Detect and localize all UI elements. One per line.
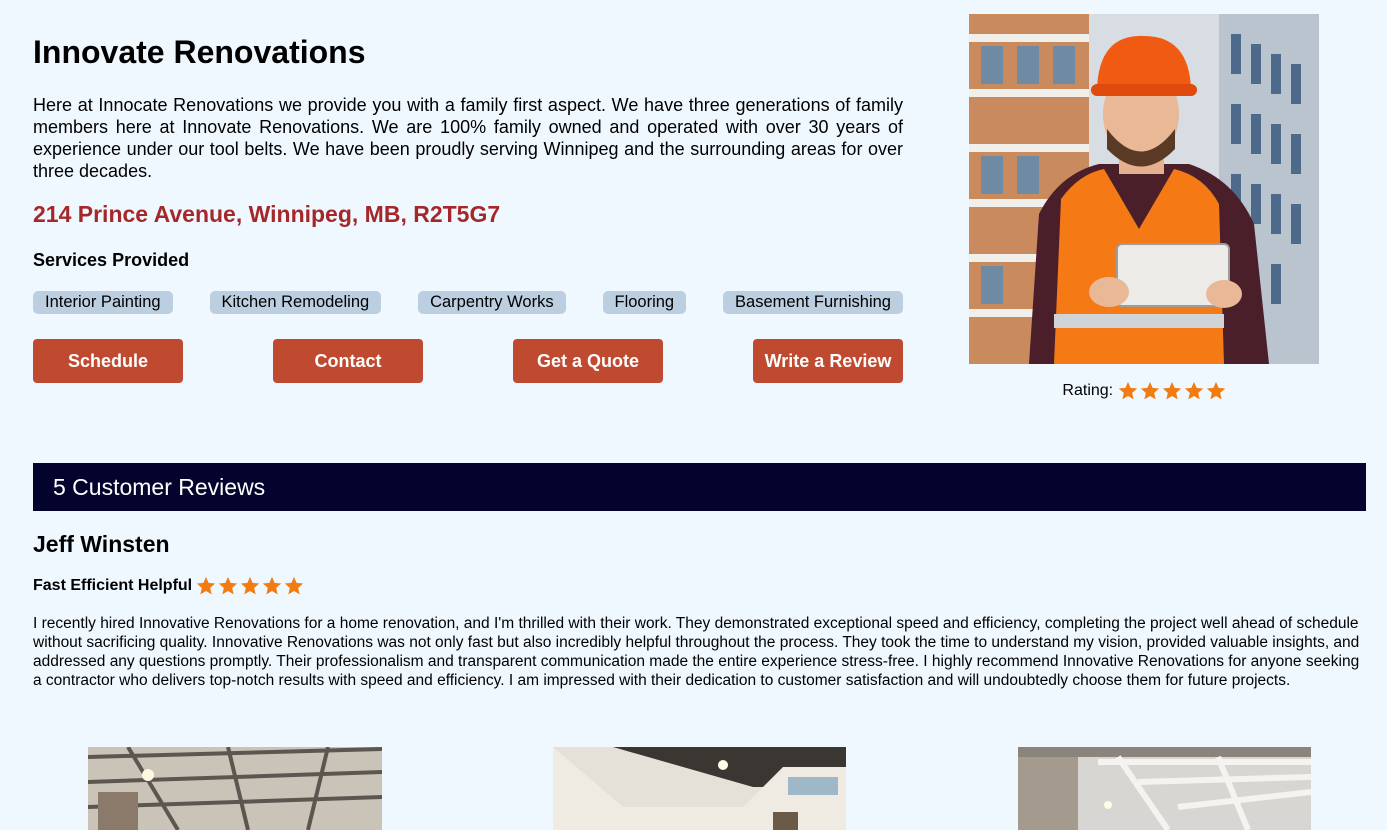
star-icon [1162,381,1181,400]
review-photo[interactable] [553,747,846,830]
reviewer-name: Jeff Winsten [33,531,170,557]
schedule-button[interactable]: Schedule [33,339,183,383]
star-icon [1140,381,1159,400]
write-review-button[interactable]: Write a Review [753,339,903,383]
review-photo[interactable] [1018,747,1311,830]
star-icon [1184,381,1203,400]
business-address: 214 Prince Avenue, Winnipeg, MB, R2T5G7 [33,201,501,227]
review-title-row: Fast Efficient Helpful [33,576,304,596]
business-name: Innovate Renovations [33,34,366,70]
business-rating: Rating: [969,381,1319,401]
contact-button[interactable]: Contact [273,339,423,383]
review-body: I recently hired Innovative Renovations … [33,615,1360,689]
review-photo[interactable] [88,747,382,830]
review-stars [196,576,304,596]
star-icon [218,576,238,595]
star-icon [196,576,216,595]
star-icon [1206,381,1225,400]
service-tag: Kitchen Remodeling [209,291,382,314]
star-icon [284,576,304,595]
business-description: Here at Innocate Renovations we provide … [33,95,903,181]
review-title: Fast Efficient Helpful [33,577,193,594]
star-icon [240,576,260,595]
services-list: Interior Painting Kitchen Remodeling Car… [33,291,903,314]
star-icon [262,576,282,595]
action-buttons: Schedule Contact Get a Quote Write a Rev… [33,339,903,383]
get-quote-button[interactable]: Get a Quote [513,339,663,383]
service-tag: Basement Furnishing [723,291,903,314]
rating-label: Rating: [1062,382,1114,399]
star-icon [1118,381,1137,400]
rating-stars [1118,381,1226,401]
services-heading: Services Provided [33,250,190,270]
service-tag: Interior Painting [33,291,173,314]
contractor-photo [969,14,1319,364]
reviews-header: 5 Customer Reviews [33,463,1366,511]
service-tag: Flooring [602,291,687,314]
service-tag: Carpentry Works [418,291,566,314]
